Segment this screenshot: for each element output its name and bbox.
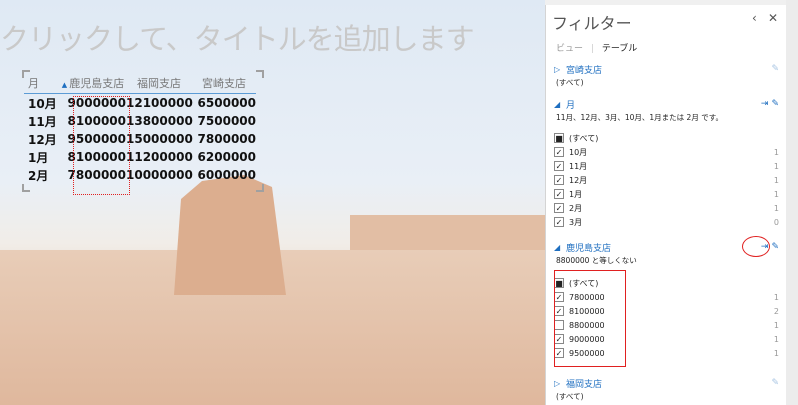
filter-item[interactable]: ✓ 10月 1 [554, 145, 779, 159]
item-count: 1 [773, 189, 779, 199]
checked-checkbox[interactable]: ✓ [554, 161, 564, 171]
table-cell[interactable]: 2月 [24, 167, 60, 184]
filter-field-name[interactable]: 鹿児島支店 [566, 241, 758, 254]
filter-section: ◢ 月 ⇥ ✎ 11月、12月、3月、10月、1月または 2月 です。 ■ (すべて) ✓ 1 0… [554, 97, 779, 229]
checked-checkbox[interactable]: ✓ [554, 175, 564, 185]
item-count: 1 [773, 348, 779, 358]
highlight-box [554, 270, 626, 367]
table-cell[interactable]: 7800000 [192, 132, 256, 146]
filter-description: 11月、12月、3月、10月、1月または 2月 です。 [556, 113, 723, 122]
tab-view[interactable]: ビュー [556, 44, 583, 54]
table-cell[interactable]: 7500000 [192, 114, 256, 128]
checked-checkbox[interactable]: ✓ [554, 203, 564, 213]
clear-filter-icon[interactable]: ✎ [771, 378, 779, 388]
item-count: 1 [773, 320, 779, 330]
filter-pane-title: フィルター [552, 14, 632, 33]
partial-checkbox[interactable]: ■ [554, 133, 564, 143]
table-row[interactable]: 12月 9500000 15000000 7800000 [24, 130, 256, 148]
table-cell[interactable]: 1月 [24, 149, 60, 166]
highlight-circle [742, 236, 770, 257]
table-cell[interactable]: 12月 [24, 131, 60, 148]
title-placeholder[interactable]: クリックして、タイトルを追加します [0, 16, 475, 58]
item-count: 1 [773, 147, 779, 157]
background-rock-butte [174, 175, 286, 295]
item-count: 1 [773, 334, 779, 344]
table-row[interactable]: 2月 7800000 10000000 6000000 [24, 166, 256, 184]
filter-section: ▷ 宮崎支店 ✎ (すべて) [554, 62, 779, 88]
table-cell[interactable]: 11200000 [126, 150, 193, 164]
filter-tabs: ビュー | テーブル [556, 44, 638, 54]
header-miyazaki[interactable]: 宮崎支店 [192, 75, 256, 91]
advanced-filter-icon[interactable]: ⇥ [761, 99, 769, 109]
filter-field-name[interactable]: 宮崎支店 [566, 63, 768, 76]
scrollbar[interactable] [786, 0, 798, 405]
table-cell[interactable]: 15000000 [126, 132, 193, 146]
header-kagoshima[interactable]: ▲ 鹿児島支店 [60, 75, 126, 91]
close-icon[interactable]: ✕ [768, 11, 778, 25]
filter-item[interactable]: ✓ 3月 0 [554, 215, 779, 229]
item-count: 0 [773, 217, 779, 227]
collapsed-arrow-icon[interactable]: ▷ [554, 65, 566, 74]
table-cell[interactable]: 10000000 [126, 168, 193, 182]
table-row[interactable]: 1月 8100000 11200000 6200000 [24, 148, 256, 166]
clear-filter-icon[interactable]: ✎ [771, 242, 779, 252]
filter-description: 8800000 と等しくない [556, 256, 637, 265]
table-cell[interactable]: 12100000 [126, 96, 193, 110]
checked-checkbox[interactable]: ✓ [554, 189, 564, 199]
filter-item[interactable]: ✓ 2月 1 [554, 201, 779, 215]
filter-description: (すべて) [556, 78, 584, 87]
filter-item[interactable]: ✓ 11月 1 [554, 159, 779, 173]
checked-checkbox[interactable]: ✓ [554, 147, 564, 157]
header-fukuoka[interactable]: 福岡支店 [126, 75, 192, 91]
table-cell[interactable]: 6200000 [192, 150, 256, 164]
expanded-arrow-icon[interactable]: ◢ [554, 243, 566, 252]
table-row[interactable]: 10月 9000000 12100000 6500000 [24, 94, 256, 112]
clear-filter-icon[interactable]: ✎ [771, 99, 779, 109]
table-cell[interactable]: 10月 [24, 95, 60, 112]
filter-description: (すべて) [556, 392, 584, 401]
filter-field-name[interactable]: 福岡支店 [566, 377, 768, 390]
data-table[interactable]: 月 ▲ 鹿児島支店 福岡支店 宮崎支店 10月 9000000 12100000 65… [22, 70, 264, 192]
table-cell[interactable]: 13800000 [126, 114, 193, 128]
checked-checkbox[interactable]: ✓ [554, 217, 564, 227]
collapse-icon[interactable]: ‹ [752, 11, 757, 25]
item-count: 2 [773, 306, 779, 316]
filter-item[interactable]: ✓ 12月 1 [554, 173, 779, 187]
item-count: 1 [773, 203, 779, 213]
background-rock-right [350, 215, 545, 250]
filter-field-name[interactable]: 月 [566, 98, 758, 111]
expanded-arrow-icon[interactable]: ◢ [554, 100, 566, 109]
tab-table[interactable]: テーブル [602, 44, 637, 54]
table-cell[interactable]: 11月 [24, 113, 60, 130]
table-row[interactable]: 11月 8100000 13800000 7500000 [24, 112, 256, 130]
selected-column-outline [73, 96, 130, 195]
filter-item[interactable]: ✓ 1月 1 [554, 187, 779, 201]
item-count: 1 [773, 161, 779, 171]
filter-section: ▷ 福岡支店 ✎ (すべて) [554, 376, 779, 402]
filter-item[interactable]: ■ (すべて) [554, 131, 779, 145]
clear-filter-icon[interactable]: ✎ [771, 64, 779, 74]
table-header: 月 ▲ 鹿児島支店 福岡支店 宮崎支店 [24, 72, 256, 94]
table-cell[interactable]: 6000000 [192, 168, 256, 182]
item-count: 1 [773, 175, 779, 185]
table-cell[interactable]: 6500000 [192, 96, 256, 110]
item-count: 1 [773, 292, 779, 302]
slide-canvas: クリックして、タイトルを追加します 月 ▲ 鹿児島支店 福岡支店 宮崎支店 10… [0, 0, 545, 405]
collapsed-arrow-icon[interactable]: ▷ [554, 379, 566, 388]
